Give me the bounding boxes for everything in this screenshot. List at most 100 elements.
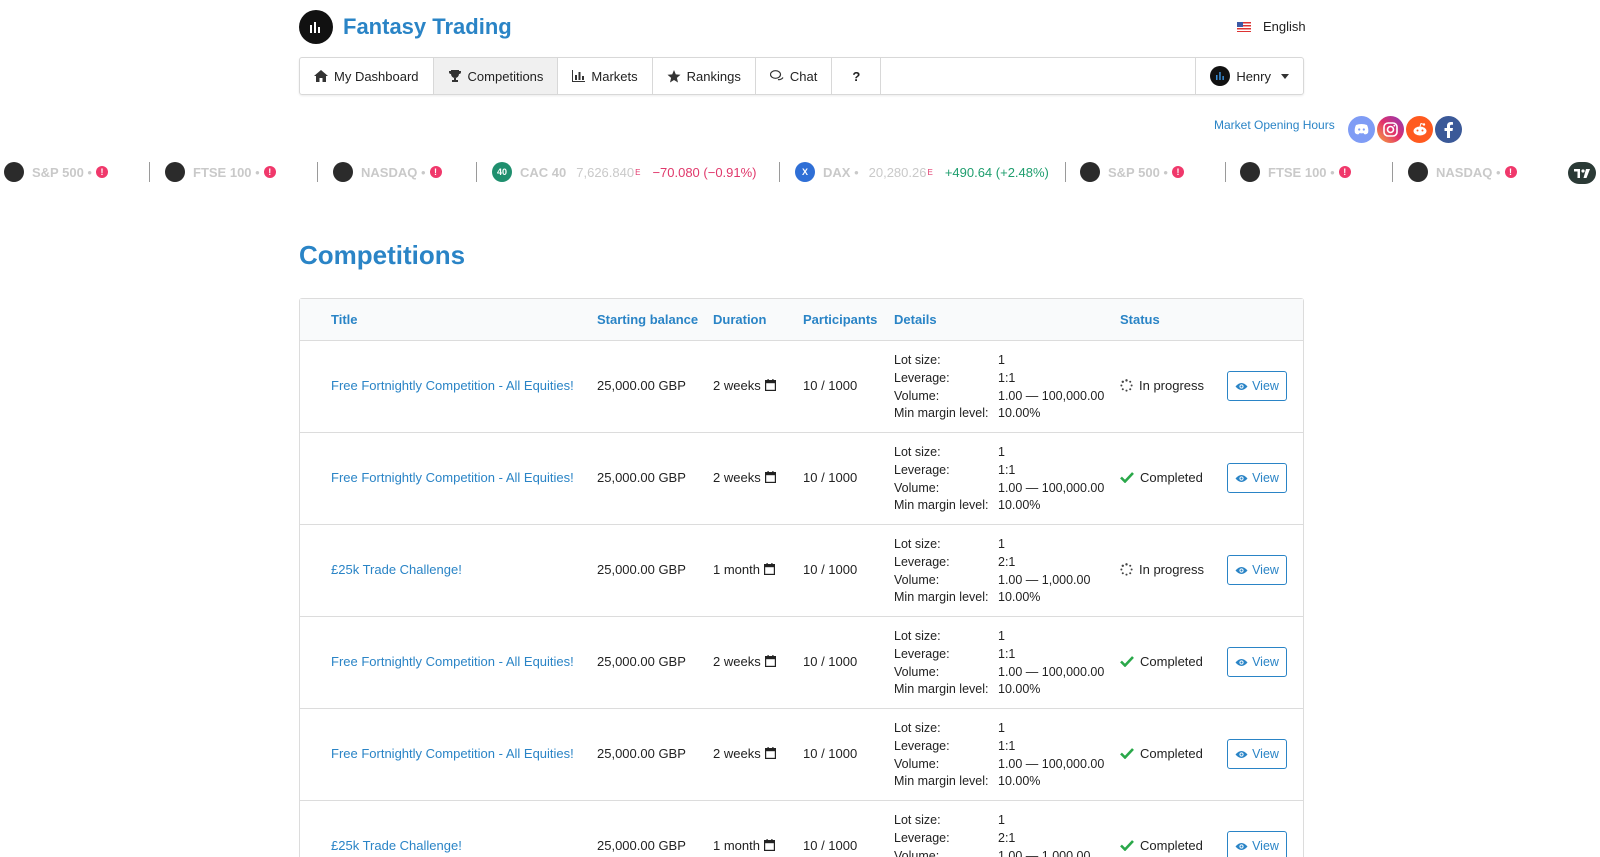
discord-icon[interactable]: [1348, 116, 1375, 143]
ticker-item[interactable]: NASDAQ •!: [333, 158, 442, 186]
index-logo-icon: [1408, 162, 1428, 182]
nav-item-rankings[interactable]: Rankings: [653, 58, 756, 94]
participants: 10 / 1000: [803, 562, 858, 577]
status-badge: Completed: [1120, 838, 1203, 853]
spinner-icon: [1120, 563, 1133, 576]
view-button[interactable]: View: [1227, 739, 1287, 769]
competition-title-link[interactable]: Free Fortnightly Competition - All Equit…: [331, 654, 574, 669]
table-header: Title Starting balance Duration Particip…: [300, 299, 1303, 341]
ticker-item[interactable]: NASDAQ •!: [1408, 158, 1517, 186]
volume-value: 1.00 — 100,000.00: [998, 756, 1105, 771]
lot-size-value: 1: [998, 537, 1005, 551]
spinner-icon: [1120, 379, 1133, 392]
ticker-divider: [779, 162, 780, 182]
duration: 2 weeks: [713, 470, 776, 485]
ticker-item[interactable]: FTSE 100 •!: [165, 158, 276, 186]
competition-title-link[interactable]: £25k Trade Challenge!: [331, 562, 462, 577]
competition-title-link[interactable]: £25k Trade Challenge!: [331, 838, 462, 853]
instagram-icon[interactable]: [1377, 116, 1404, 143]
nav-item-markets[interactable]: Markets: [558, 58, 653, 94]
dax-logo-icon: X: [795, 162, 815, 182]
margin-label: Min margin level:: [894, 498, 989, 513]
margin-value: 10.00%: [998, 406, 1041, 421]
duration: 1 month: [713, 838, 775, 853]
starting-balance: 25,000.00 GBP: [597, 562, 686, 577]
status-text: Completed: [1140, 470, 1203, 485]
col-participants-header[interactable]: Participants: [803, 312, 877, 327]
market-hours-link[interactable]: Market Opening Hours: [1214, 118, 1335, 132]
lot-size-label: Lot size:: [894, 813, 941, 827]
competition-title-link[interactable]: Free Fortnightly Competition - All Equit…: [331, 378, 574, 393]
col-title-header[interactable]: Title: [331, 312, 358, 327]
nav-item-dashboard[interactable]: My Dashboard: [300, 58, 434, 94]
brand[interactable]: Fantasy Trading: [299, 10, 512, 44]
warning-icon: !: [1504, 166, 1517, 178]
starting-balance: 25,000.00 GBP: [597, 378, 686, 393]
nav-item-help[interactable]: ?: [832, 58, 882, 94]
ticker-name: NASDAQ: [361, 164, 418, 180]
ticker-name: S&P 500: [32, 164, 84, 180]
status-text: Completed: [1140, 746, 1203, 761]
competitions-table: Title Starting balance Duration Particip…: [299, 298, 1304, 857]
volume-value: 1.00 — 100,000.00: [998, 664, 1105, 679]
ticker-name: CAC 40: [520, 164, 567, 180]
ticker-item[interactable]: S&P 500 •!: [1080, 158, 1184, 186]
volume-value: 1.00 — 1,000.00: [998, 572, 1091, 587]
brand-name: Fantasy Trading: [343, 14, 512, 39]
view-button[interactable]: View: [1227, 463, 1287, 493]
ticker-item[interactable]: X DAX • 20,280.26 E +490.64 (+2.48%): [795, 158, 1049, 186]
competition-details: Lot size: 1 Leverage: 1:1 Volume: 1.00 — 100,…: [894, 444, 1104, 515]
volume-value: 1.00 — 100,000.00: [998, 480, 1105, 495]
reddit-icon[interactable]: [1406, 116, 1433, 143]
view-button[interactable]: View: [1227, 555, 1287, 585]
view-button[interactable]: View: [1227, 831, 1287, 857]
ticker-divider: [317, 162, 318, 182]
index-logo-icon: [1080, 162, 1100, 182]
table-row: £25k Trade Challenge! 25,000.00 GBP 1 mont…: [300, 801, 1303, 857]
col-balance-header[interactable]: Starting balance: [597, 312, 698, 327]
view-label: View: [1252, 747, 1279, 761]
ticker-item[interactable]: S&P 500 •!: [4, 158, 108, 186]
calendar-icon: [764, 655, 776, 668]
duration: 2 weeks: [713, 654, 776, 669]
competition-title-link[interactable]: Free Fortnightly Competition - All Equit…: [331, 746, 574, 761]
col-status-header[interactable]: Status: [1120, 312, 1160, 327]
facebook-icon[interactable]: [1435, 116, 1462, 143]
index-logo-icon: [333, 162, 353, 182]
col-details-header[interactable]: Details: [894, 312, 937, 327]
lot-size-value: 1: [998, 629, 1005, 643]
user-menu[interactable]: Henry: [1195, 58, 1303, 94]
main-nav: My Dashboard Competitions Markets Rankin…: [299, 57, 1304, 95]
calendar-icon: [763, 563, 775, 576]
market-ticker: S&P 500 •! FTSE 100 •! NASDAQ •! 40 CAC …: [0, 158, 1600, 186]
ticker-name: FTSE 100: [1268, 164, 1327, 180]
leverage-label: Leverage:: [894, 462, 950, 477]
participants: 10 / 1000: [803, 470, 858, 485]
cac40-logo-icon: 40: [492, 162, 512, 182]
language-selector[interactable]: English: [1237, 19, 1306, 34]
volume-label: Volume:: [894, 848, 940, 857]
ticker-item[interactable]: 40 CAC 40 7,626.840 E −70.080 (−0.91%): [492, 158, 757, 186]
leverage-label: Leverage:: [894, 738, 950, 753]
tradingview-logo-icon[interactable]: [1568, 162, 1596, 184]
ticker-name: S&P 500: [1108, 164, 1160, 180]
duration: 2 weeks: [713, 378, 776, 393]
leverage-value: 1:1: [998, 462, 1016, 477]
ticker-item[interactable]: FTSE 100 •!: [1240, 158, 1351, 186]
nav-item-chat[interactable]: Chat: [756, 58, 833, 94]
margin-label: Min margin level:: [894, 590, 989, 605]
table-row: £25k Trade Challenge! 25,000.00 GBP 1 mont…: [300, 525, 1303, 617]
bar-chart-icon: [572, 70, 586, 82]
col-duration-header[interactable]: Duration: [713, 312, 766, 327]
leverage-label: Leverage:: [894, 646, 950, 661]
nav-item-competitions[interactable]: Competitions: [433, 58, 559, 94]
competition-title-link[interactable]: Free Fortnightly Competition - All Equit…: [331, 470, 574, 485]
view-button[interactable]: View: [1227, 371, 1287, 401]
warning-icon: !: [1171, 166, 1184, 178]
view-button[interactable]: View: [1227, 647, 1287, 677]
ticker-divider: [1225, 162, 1226, 182]
volume-value: 1.00 — 1,000.00: [998, 848, 1091, 857]
starting-balance: 25,000.00 GBP: [597, 470, 686, 485]
duration-text: 2 weeks: [713, 470, 761, 485]
